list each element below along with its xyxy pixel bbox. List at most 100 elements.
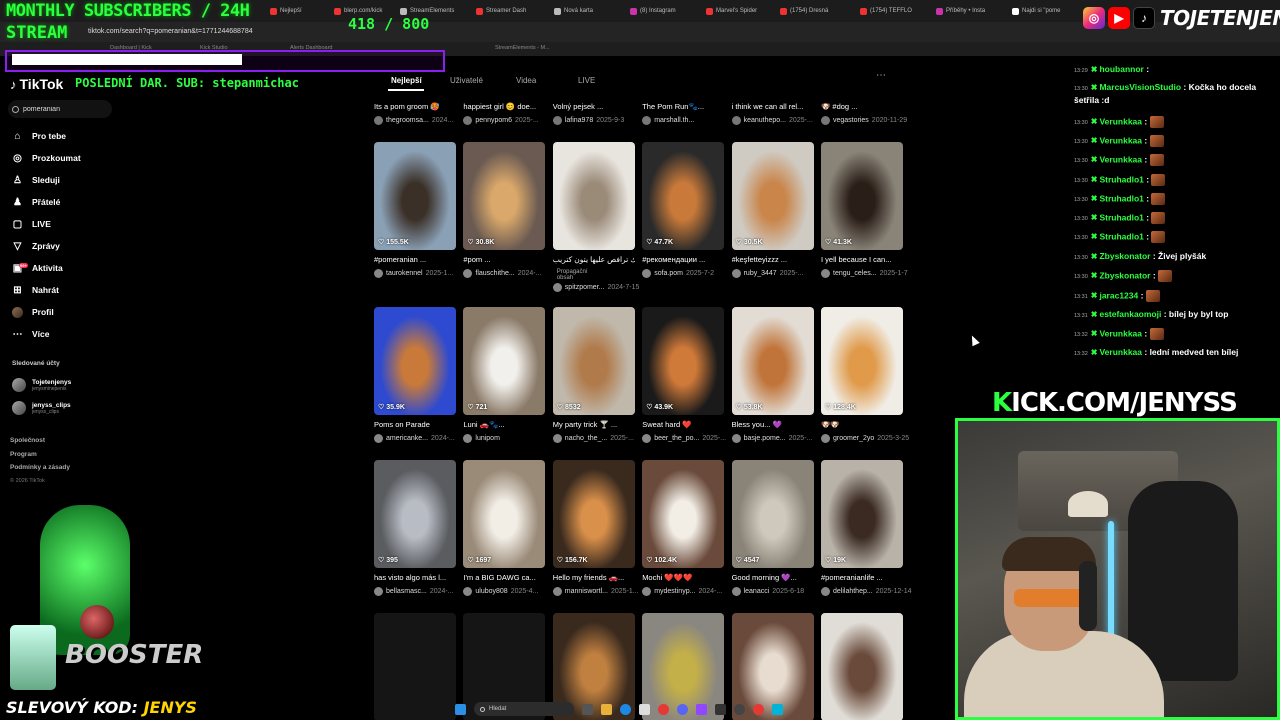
video-thumbnail[interactable] bbox=[374, 613, 456, 720]
avatar[interactable] bbox=[821, 116, 830, 125]
taskbar-search[interactable]: Hledat bbox=[474, 702, 574, 716]
avatar[interactable] bbox=[731, 587, 741, 596]
video-caption[interactable]: #pomeranian ... bbox=[374, 255, 456, 264]
chat-username[interactable]: Verunkkaa bbox=[1099, 116, 1142, 126]
video-author[interactable]: vegastories bbox=[833, 117, 869, 124]
browser-tab[interactable]: Najdi si "pome bbox=[1012, 3, 1078, 19]
footer-link[interactable]: Společnost bbox=[10, 437, 45, 444]
avatar[interactable] bbox=[463, 269, 473, 278]
app-icon[interactable] bbox=[715, 703, 726, 715]
chat-username[interactable]: Verunkkaa bbox=[1099, 328, 1142, 338]
video-author[interactable]: delilahthep... bbox=[833, 588, 873, 595]
video-caption[interactable]: Bless you... 💜 bbox=[732, 420, 814, 429]
sidebar-item-více[interactable]: ⋯ Více bbox=[12, 326, 50, 342]
video-thumbnail[interactable]: ♡ 30.5K bbox=[731, 142, 814, 250]
sidebar-item-nahrát[interactable]: ⊞ Nahrát bbox=[12, 282, 59, 298]
sidebar-item-zprávy[interactable]: ▽ Zprávy bbox=[12, 238, 60, 254]
video-caption[interactable]: Poms on Parade bbox=[374, 420, 456, 429]
video-caption[interactable]: I yell because I can... bbox=[821, 255, 903, 264]
chrome-icon[interactable] bbox=[658, 703, 669, 715]
chat-username[interactable]: houbannor bbox=[1099, 64, 1143, 74]
browser-tab[interactable]: (8) Instagram bbox=[630, 3, 696, 19]
video-author[interactable]: thegroomsa... bbox=[386, 117, 429, 124]
video-thumbnail[interactable] bbox=[821, 613, 903, 720]
video-thumbnail[interactable]: ♡ 102.4K bbox=[642, 460, 725, 568]
chat-username[interactable]: estefankaomoji bbox=[1099, 309, 1161, 319]
video-caption[interactable]: #pomeranianlife ... bbox=[821, 573, 903, 582]
chat-username[interactable]: Struhadlo1 bbox=[1099, 174, 1143, 184]
video-author[interactable]: manniswortl... bbox=[565, 588, 608, 595]
video-author[interactable]: spitzpomer... bbox=[565, 284, 605, 291]
tab-users[interactable]: Uživatelé bbox=[450, 76, 483, 85]
chrome-alt-icon[interactable] bbox=[753, 703, 764, 715]
video-thumbnail[interactable]: ♡ 4547 bbox=[731, 460, 814, 568]
video-author[interactable]: mydestinyp... bbox=[654, 588, 695, 595]
avatar[interactable] bbox=[463, 587, 473, 596]
avatar[interactable] bbox=[552, 116, 562, 125]
video-author[interactable]: uluboy808 bbox=[475, 588, 507, 595]
avatar[interactable] bbox=[821, 434, 830, 443]
video-caption[interactable]: فك ترافص عليها يتون كتريب... bbox=[553, 255, 635, 264]
chat-username[interactable]: Verunkkaa bbox=[1099, 347, 1142, 357]
sidebar-item-prozkoumat[interactable]: ◎ Prozkoumat bbox=[12, 150, 81, 166]
chat-username[interactable]: Struhadlo1 bbox=[1099, 193, 1143, 203]
avatar[interactable] bbox=[642, 269, 652, 278]
footer-link[interactable]: Program bbox=[10, 451, 37, 458]
video-author[interactable]: basje.pome... bbox=[744, 435, 786, 442]
video-thumbnail[interactable] bbox=[552, 142, 635, 250]
video-caption[interactable]: #рекомендации ... bbox=[642, 255, 724, 264]
search-bar[interactable] bbox=[8, 100, 112, 118]
video-caption[interactable]: My party trick 🍸 ... bbox=[553, 420, 635, 429]
video-caption[interactable]: #keşfetteyizzz ... bbox=[732, 255, 814, 264]
avatar[interactable] bbox=[731, 116, 741, 125]
twitch-icon[interactable] bbox=[696, 703, 707, 715]
tab-videos[interactable]: Videa bbox=[516, 76, 536, 85]
video-caption[interactable]: #pom ... bbox=[463, 255, 545, 264]
avatar[interactable] bbox=[374, 116, 383, 125]
bookmark-item[interactable]: StreamElements - M... bbox=[495, 45, 550, 51]
video-author[interactable]: leanacci bbox=[744, 588, 770, 595]
sidebar-item-přátelé[interactable]: ♟ Přátelé bbox=[12, 194, 60, 210]
browser-tab[interactable]: Marvel's Spider bbox=[706, 3, 772, 19]
browser-tab[interactable]: (1754) TEFFLO bbox=[860, 3, 926, 19]
search-input[interactable] bbox=[23, 105, 103, 113]
video-author[interactable]: beer_the_po... bbox=[654, 435, 699, 442]
video-thumbnail[interactable]: ♡ 53.8K bbox=[731, 307, 814, 415]
discord-icon[interactable] bbox=[677, 703, 688, 715]
video-author[interactable]: lunipom bbox=[475, 435, 500, 442]
app-alt-icon[interactable] bbox=[772, 703, 783, 715]
avatar[interactable] bbox=[642, 116, 652, 125]
video-author[interactable]: sofa.pom bbox=[654, 270, 683, 277]
video-thumbnail[interactable]: ♡ 1697 bbox=[463, 460, 546, 568]
browser-tab[interactable]: Nová karta bbox=[554, 3, 620, 19]
followed-account[interactable]: jenyss_clips jenyss_clips bbox=[12, 399, 71, 417]
avatar[interactable] bbox=[821, 269, 830, 278]
video-author[interactable]: keanuthepo... bbox=[744, 117, 786, 124]
url-text[interactable]: tiktok.com/search?q=pomeranian&t=1771244… bbox=[88, 28, 253, 35]
video-thumbnail[interactable]: ♡ 30.8K bbox=[463, 142, 546, 250]
video-thumbnail[interactable]: ♡ 8532 bbox=[552, 307, 635, 415]
obs-icon[interactable] bbox=[734, 703, 745, 715]
video-thumbnail[interactable]: ♡ 395 bbox=[374, 460, 456, 568]
start-icon[interactable] bbox=[455, 703, 466, 715]
video-thumbnail[interactable]: ♡ 35.9K bbox=[374, 307, 456, 415]
sidebar-item-aktivita[interactable]: ▣ 99+ Aktivita bbox=[12, 260, 63, 276]
video-caption[interactable]: has visto algo más l... bbox=[374, 573, 456, 582]
tiktok-logo[interactable]: ♪ TikTok bbox=[10, 76, 63, 92]
video-caption[interactable]: Good morning 💜... bbox=[732, 573, 814, 582]
video-author[interactable]: bellasmasc... bbox=[386, 588, 427, 595]
tab-live[interactable]: LIVE bbox=[578, 76, 595, 85]
avatar[interactable] bbox=[552, 434, 562, 443]
store-icon[interactable] bbox=[639, 703, 650, 715]
video-thumbnail[interactable]: ♡ 156.7K bbox=[552, 460, 635, 568]
video-author[interactable]: pennypom6 bbox=[475, 117, 512, 124]
browser-tab[interactable]: Streamer Dash bbox=[476, 3, 542, 19]
chat-username[interactable]: Struhadlo1 bbox=[1099, 212, 1143, 222]
avatar[interactable] bbox=[463, 116, 473, 125]
video-thumbnail[interactable]: ♡ 155.5K bbox=[374, 142, 456, 250]
avatar[interactable] bbox=[731, 434, 741, 443]
video-thumbnail[interactable]: ♡ 128.4K bbox=[821, 307, 903, 415]
sidebar-item-pro-tebe[interactable]: ⌂ Pro tebe bbox=[12, 128, 66, 144]
avatar[interactable] bbox=[374, 269, 383, 278]
video-author[interactable]: groomer_2yo bbox=[833, 435, 874, 442]
